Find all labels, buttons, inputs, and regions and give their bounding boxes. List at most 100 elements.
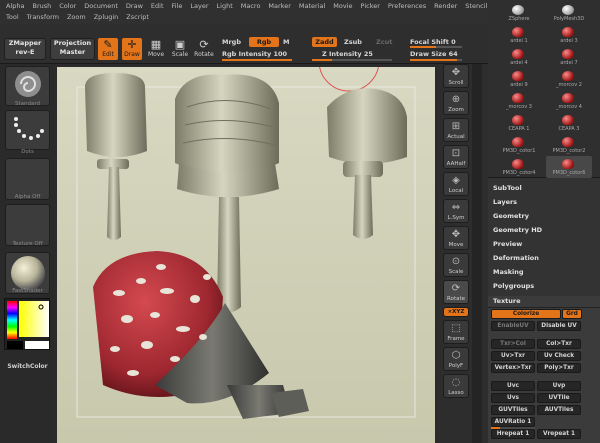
menu-zoom[interactable]: Zoom: [63, 12, 90, 23]
document-canvas[interactable]: [57, 30, 435, 443]
vrepeat-slider[interactable]: Vrepeat 1: [537, 429, 581, 439]
hrepeat-slider[interactable]: Hrepeat 1: [491, 429, 535, 439]
edit-button[interactable]: ✎ Edit: [98, 38, 118, 60]
menu-edit[interactable]: Edit: [147, 1, 168, 12]
zadd-toggle[interactable]: Zadd: [312, 37, 337, 47]
menu-marker[interactable]: Marker: [264, 1, 294, 12]
frame-button[interactable]: ⬚ Frame: [443, 320, 469, 344]
tool-item[interactable]: ardei 3: [546, 24, 592, 46]
menu-draw[interactable]: Draw: [122, 1, 147, 12]
scale-view-button[interactable]: ⊙ Scale: [443, 253, 469, 277]
menu-color[interactable]: Color: [55, 1, 80, 12]
masking-section[interactable]: Masking: [493, 268, 524, 276]
rotate-button[interactable]: ⟳ Rotate: [194, 38, 214, 60]
move-view-button[interactable]: ✥ Move: [443, 226, 469, 250]
z-intensity-track[interactable]: [312, 59, 392, 61]
lsym-button[interactable]: ⇔ L.Sym: [443, 199, 469, 223]
focal-shift-track[interactable]: [410, 46, 462, 48]
menu-brush[interactable]: Brush: [28, 1, 55, 12]
texture-title[interactable]: Texture: [488, 296, 600, 308]
menu-light[interactable]: Light: [213, 1, 237, 12]
uvs-button[interactable]: Uvs: [491, 393, 535, 403]
texture-thumbnail[interactable]: [5, 204, 50, 246]
polygroups-section[interactable]: Polygroups: [493, 282, 534, 290]
geometry-hd-section[interactable]: Geometry HD: [493, 226, 542, 234]
geometry-section[interactable]: Geometry: [493, 212, 529, 220]
auvtiles-button[interactable]: AUVTiles: [537, 405, 581, 415]
polyframe-button[interactable]: ⬡ PolyF: [443, 347, 469, 371]
tool-item[interactable]: PM3D_cotor6: [546, 156, 592, 178]
actual-button[interactable]: ⊞ Actual: [443, 118, 469, 142]
m-toggle[interactable]: M: [283, 38, 289, 46]
deformation-section[interactable]: Deformation: [493, 254, 539, 262]
tool-item[interactable]: CEAPA 3: [546, 112, 592, 134]
rotate-view-button[interactable]: ⟳ Rotate: [443, 280, 469, 304]
menu-picker[interactable]: Picker: [357, 1, 384, 12]
tool-item[interactable]: PM3D_cotor1: [496, 134, 542, 156]
menu-transform[interactable]: Transform: [23, 12, 63, 23]
color-picker[interactable]: [4, 298, 50, 350]
brush-thumbnail[interactable]: [5, 66, 50, 106]
scale-button[interactable]: ▣ Scale: [170, 38, 190, 60]
uvtile-button[interactable]: UVTile: [537, 393, 581, 403]
menu-file[interactable]: File: [168, 1, 187, 12]
grd-button[interactable]: Grd: [562, 309, 582, 319]
menu-movie[interactable]: Movie: [329, 1, 356, 12]
local-button[interactable]: ◈ Local: [443, 172, 469, 196]
vertical-scrollbar[interactable]: [472, 64, 482, 443]
tool-item[interactable]: PM3D_cotor2: [546, 134, 592, 156]
z-intensity-slider[interactable]: Z Intensity 25: [322, 50, 373, 58]
stroke-thumbnail[interactable]: [5, 110, 50, 150]
col-txr-button[interactable]: Col>Txr: [537, 339, 581, 349]
vertex-txr-button[interactable]: Vertex>Txr: [491, 363, 535, 373]
guvtiles-button[interactable]: GUVTiles: [491, 405, 535, 415]
tool-item[interactable]: ardei 1: [496, 24, 542, 46]
menu-layer[interactable]: Layer: [186, 1, 212, 12]
zmapper-button[interactable]: ZMapper rev-E: [4, 38, 46, 60]
colorize-button[interactable]: Colorize: [491, 309, 561, 319]
rgb-intensity-slider[interactable]: Rgb Intensity 100: [222, 50, 287, 58]
menu-zplugin[interactable]: Zplugin: [90, 12, 123, 23]
draw-button[interactable]: ✛ Draw: [122, 38, 142, 60]
menu-material[interactable]: Material: [295, 1, 329, 12]
tool-item[interactable]: _morcov 4: [546, 90, 592, 112]
menu-zscript[interactable]: Zscript: [122, 12, 153, 23]
tool-item[interactable]: ardei 9: [496, 68, 542, 90]
tool-item[interactable]: ZSphere: [496, 2, 542, 24]
preview-section[interactable]: Preview: [493, 240, 522, 248]
draw-size-slider[interactable]: Draw Size 64: [410, 50, 458, 58]
tool-item[interactable]: ardei 7: [546, 46, 592, 68]
rgb-intensity-track[interactable]: [222, 59, 292, 61]
switch-color-button[interactable]: SwitchColor: [5, 363, 50, 370]
zoom-button[interactable]: ⊕ Zoom: [443, 91, 469, 115]
aahalf-button[interactable]: ⊡ AAHalf: [443, 145, 469, 169]
focal-shift-slider[interactable]: Focal Shift 0: [410, 38, 456, 46]
enable-uv-button[interactable]: EnableUV: [491, 321, 535, 331]
tool-item[interactable]: CEAPA 1: [496, 112, 542, 134]
uvc-button[interactable]: Uvc: [491, 381, 535, 391]
layers-section[interactable]: Layers: [493, 198, 517, 206]
uvp-button[interactable]: Uvp: [537, 381, 581, 391]
uv-txr-button[interactable]: Uv>Txr: [491, 351, 535, 361]
menu-alpha[interactable]: Alpha: [2, 1, 28, 12]
zcut-toggle[interactable]: Zcut: [376, 38, 392, 46]
disable-uv-button[interactable]: Disable UV: [537, 321, 581, 331]
mrgb-toggle[interactable]: Mrgb: [222, 38, 241, 46]
menu-macro[interactable]: Macro: [237, 1, 265, 12]
tool-item[interactable]: ardei 4: [496, 46, 542, 68]
tool-item[interactable]: _morcov 2: [546, 68, 592, 90]
rgb-toggle[interactable]: Rgb: [249, 37, 279, 47]
tool-item[interactable]: PolyMesh3D: [546, 2, 592, 24]
auvratio-slider[interactable]: AUVRatio 1: [491, 417, 535, 427]
tool-item[interactable]: PM3D_cotor4: [496, 156, 542, 178]
xyz-button[interactable]: ×XYZ: [443, 307, 469, 317]
uv-check-button[interactable]: Uv Check: [537, 351, 581, 361]
scroll-button[interactable]: ✥ Scroll: [443, 64, 469, 88]
projection-master-button[interactable]: Projection Master: [50, 38, 95, 60]
lasso-button[interactable]: ◌ Lasso: [443, 374, 469, 398]
txr-col-button[interactable]: Txr>Col: [491, 339, 535, 349]
subtool-section[interactable]: SubTool: [493, 184, 522, 192]
menu-tool[interactable]: Tool: [2, 12, 23, 23]
tool-item[interactable]: _morcov 3: [496, 90, 542, 112]
move-button[interactable]: ▦ Move: [146, 38, 166, 60]
